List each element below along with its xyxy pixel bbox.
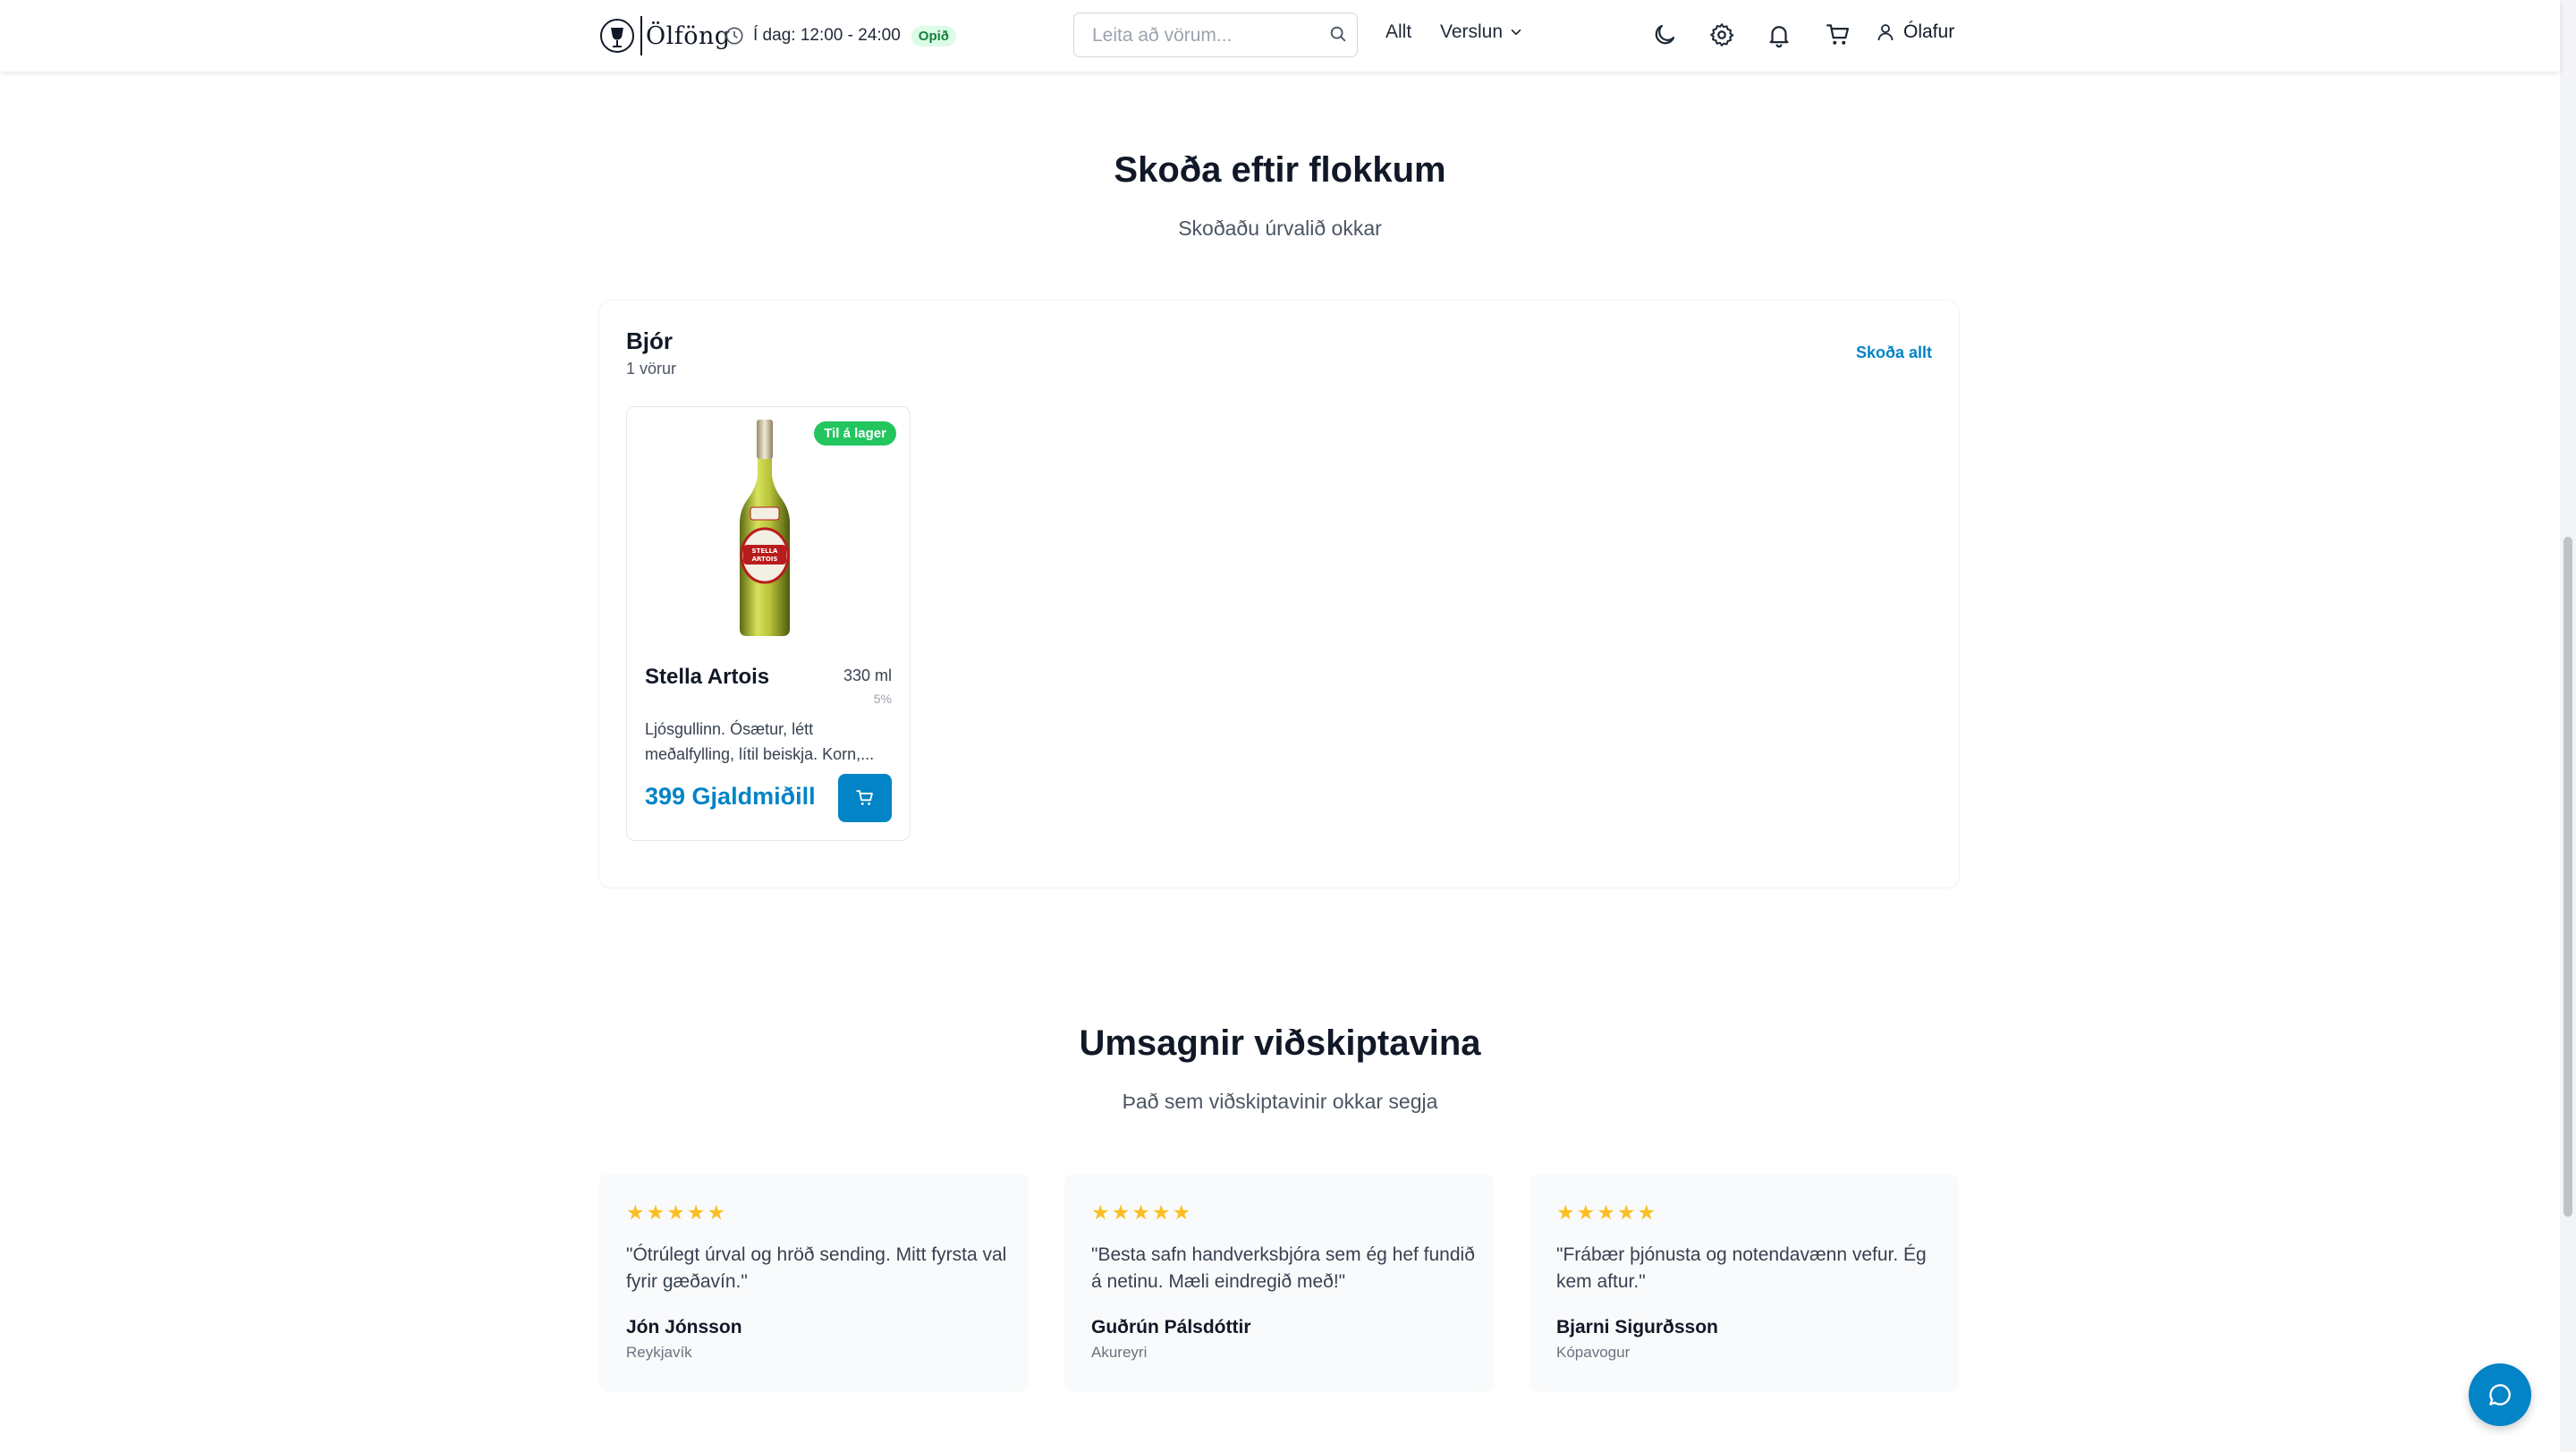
opening-hours: Í dag: 12:00 - 24:00 Opið — [724, 23, 956, 48]
rating-stars-icon: ★★★★★ — [1556, 1201, 1658, 1224]
user-menu[interactable]: Ólafur — [1875, 21, 1954, 43]
reviews-heading: Umsagnir viðskiptavina — [1079, 1023, 1481, 1063]
cart-icon — [856, 790, 873, 805]
category-product-count: 1 vörur — [626, 360, 677, 378]
svg-text:STELLA: STELLA — [752, 548, 779, 555]
hours-text: Í dag: 12:00 - 24:00 — [753, 26, 901, 45]
reviews-subheading: Það sem viðskiptavinir okkar segja — [1122, 1090, 1438, 1113]
review-quote: "Besta safn handverksbjóra sem ég hef fu… — [1091, 1244, 1475, 1292]
logo-divider — [640, 16, 642, 55]
review-card: ★★★★★ "Besta safn handverksbjóra sem ég … — [1064, 1174, 1494, 1392]
moon-icon — [1655, 24, 1675, 45]
top-navbar: Ölföng Í dag: 12:00 - 24:00 Opið Allt Ve… — [0, 0, 2560, 72]
chevron-down-icon — [1511, 29, 1521, 36]
rating-stars-icon: ★★★★★ — [626, 1201, 728, 1224]
reviewer-name: Jón Jónsson — [626, 1317, 742, 1337]
nav-dropdown-store[interactable]: Verslun — [1440, 21, 1524, 43]
reviewer-name: Bjarni Sigurðsson — [1556, 1317, 1718, 1337]
product-name[interactable]: Stella Artois — [645, 665, 769, 690]
settings-button[interactable] — [1708, 21, 1735, 48]
clock-icon — [725, 27, 743, 45]
search-box[interactable] — [1073, 13, 1358, 58]
open-status-badge: Opið — [911, 25, 956, 47]
reviewer-city: Reykjavík — [626, 1344, 692, 1361]
cart-icon — [1826, 24, 1849, 45]
product-image[interactable]: STELLA ARTOIS — [731, 418, 799, 640]
nav-link-all[interactable]: Allt — [1385, 21, 1411, 43]
category-title: Bjór — [626, 327, 673, 354]
gear-icon — [1710, 23, 1734, 47]
product-volume: 330 ml — [843, 667, 892, 684]
stock-badge: Til á lager — [814, 421, 896, 446]
view-all-link[interactable]: Skoða allt — [1856, 344, 1932, 362]
user-name: Ólafur — [1903, 21, 1955, 42]
svg-text:ARTOIS: ARTOIS — [752, 556, 778, 563]
search-icon[interactable] — [1328, 24, 1348, 44]
categories-subheading: Skoðaðu úrvalið okkar — [1178, 217, 1382, 240]
reviewer-city: Kópavogur — [1556, 1344, 1631, 1361]
product-description: Ljósgullinn. Ósætur, létt meðalfylling, … — [645, 720, 875, 763]
categories-heading: Skoða eftir flokkum — [1114, 150, 1446, 190]
bell-icon — [1769, 26, 1789, 48]
brand-name: Ölföng — [646, 21, 731, 50]
chat-bubble-icon — [2489, 1384, 2511, 1405]
product-price: 399 Gjaldmiðill — [645, 783, 816, 810]
search-input[interactable] — [1090, 13, 1318, 58]
review-card: ★★★★★ "Frábær þjónusta og notendavænn ve… — [1530, 1174, 1959, 1392]
brand-logo[interactable]: Ölföng — [599, 14, 731, 57]
cart-button[interactable] — [1825, 21, 1852, 48]
logo-wine-glass-icon — [600, 19, 634, 53]
review-card: ★★★★★ "Ótrúlegt úrval og hröð sending. M… — [599, 1174, 1029, 1392]
notifications-button[interactable] — [1766, 21, 1792, 48]
theme-toggle-button[interactable] — [1651, 21, 1678, 48]
category-panel-beer: Bjór 1 vörur Skoða allt Til á lager STEL… — [599, 301, 1959, 887]
page-scrollbar[interactable] — [2560, 0, 2576, 1452]
review-quote: "Ótrúlegt úrval og hröð sending. Mitt fy… — [626, 1244, 1007, 1292]
product-card[interactable]: Til á lager STELLA ARTOIS Stella Artois … — [626, 406, 911, 841]
rating-stars-icon: ★★★★★ — [1091, 1201, 1193, 1224]
product-abv: 5% — [873, 692, 892, 706]
user-icon — [1877, 24, 1894, 41]
scrollbar-thumb[interactable] — [2563, 537, 2572, 1217]
review-quote: "Frábær þjónusta og notendavænn vefur. É… — [1556, 1244, 1927, 1292]
add-to-cart-button[interactable] — [838, 774, 892, 822]
reviewer-name: Guðrún Pálsdóttir — [1091, 1317, 1251, 1337]
chat-button[interactable] — [2469, 1363, 2531, 1426]
nav-store-label: Verslun — [1440, 21, 1504, 42]
reviewer-city: Akureyri — [1091, 1344, 1148, 1361]
